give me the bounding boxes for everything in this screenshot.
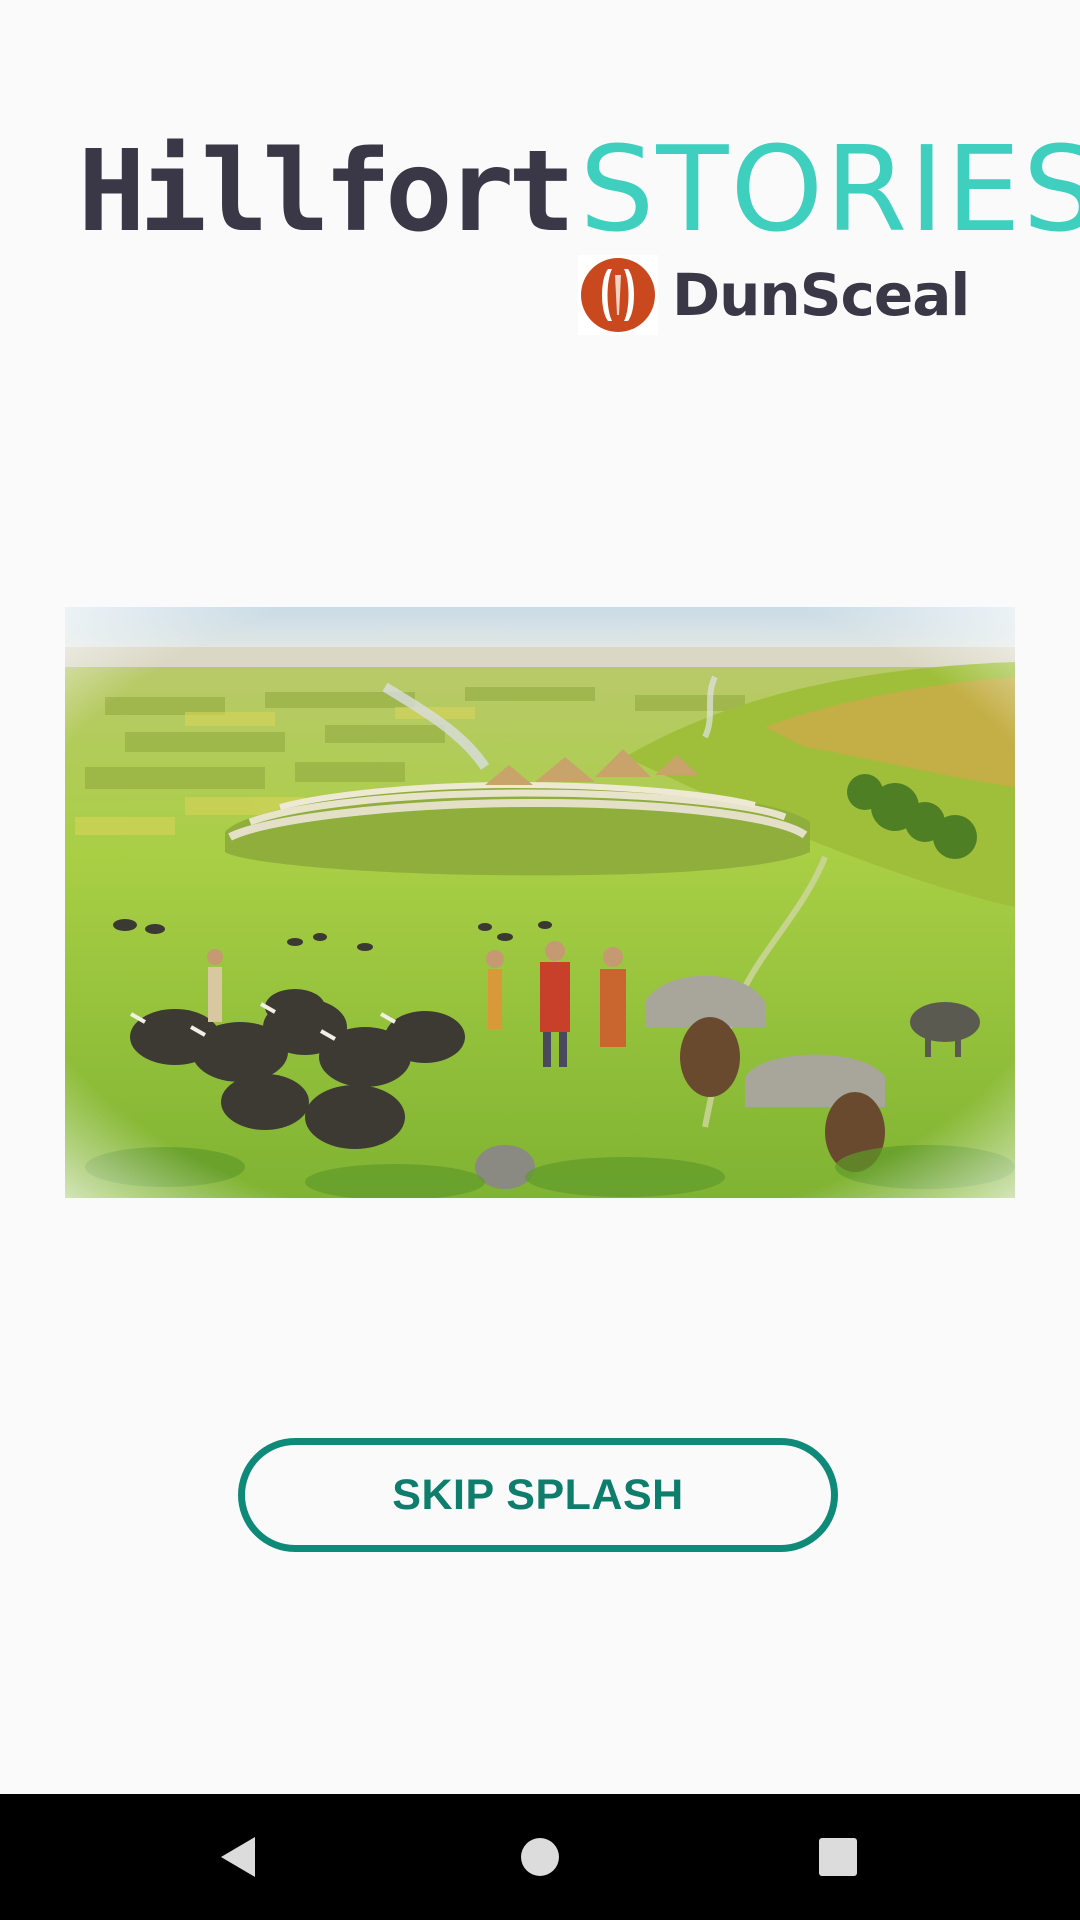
dunsceal-brand: DunSceal bbox=[578, 255, 970, 335]
app-logo: HillfortSTORIES DunSceal bbox=[78, 130, 1080, 340]
dunsceal-text: DunSceal bbox=[672, 261, 970, 329]
back-triangle-icon[interactable] bbox=[176, 1794, 302, 1920]
logo-word-stories: STORIES bbox=[579, 120, 1080, 258]
logo-word-hillfort: Hillfort bbox=[78, 127, 575, 257]
skip-splash-label: SKIP SPLASH bbox=[392, 1470, 684, 1519]
splash-screen: HillfortSTORIES DunSceal SKIP SPLASH bbox=[0, 0, 1080, 1920]
logo-title: HillfortSTORIES bbox=[78, 130, 1080, 248]
recents-square-icon[interactable] bbox=[775, 1794, 901, 1920]
system-navigation-bar bbox=[0, 1794, 1080, 1920]
home-circle-icon[interactable] bbox=[477, 1794, 603, 1920]
hillfort-illustration bbox=[65, 607, 1015, 1198]
skip-splash-button[interactable]: SKIP SPLASH bbox=[238, 1438, 838, 1552]
dunsceal-emblem-icon bbox=[578, 255, 658, 335]
